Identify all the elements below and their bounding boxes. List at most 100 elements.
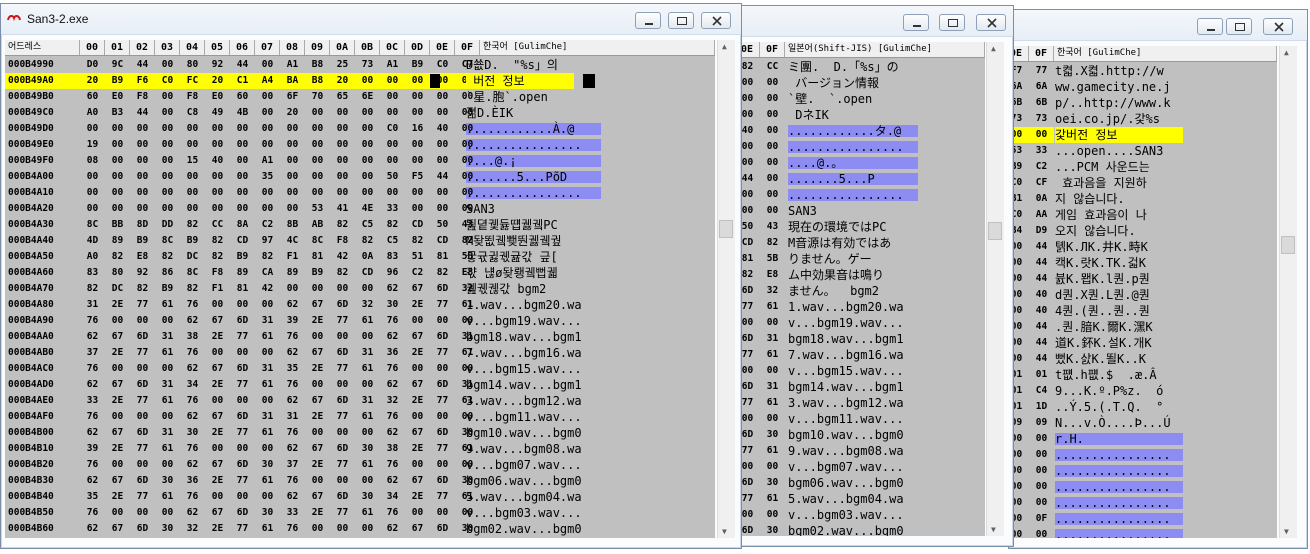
hex-byte[interactable]: 2E [305, 505, 330, 521]
hex-byte[interactable]: 2E [105, 297, 130, 313]
hex-byte[interactable]: B9 [405, 57, 430, 73]
hex-byte[interactable]: 77 [130, 441, 155, 457]
hex-byte[interactable]: 00 [760, 155, 785, 171]
hex-byte[interactable]: F8 [205, 265, 230, 281]
hex-byte[interactable]: 36 [380, 345, 405, 361]
hex-byte[interactable]: 61 [355, 457, 380, 473]
hex-byte[interactable]: 96 [380, 265, 405, 281]
hex-byte[interactable]: 83 [80, 265, 105, 281]
hex-byte[interactable]: 00 [380, 73, 405, 89]
hex-byte[interactable]: 77 [430, 345, 455, 361]
decoded-text[interactable]: 9.wav...bgm08.wa [466, 441, 601, 457]
hex-byte[interactable]: 00 [380, 105, 405, 121]
hex-byte[interactable]: 00 [255, 345, 280, 361]
hex-byte[interactable]: 6E [355, 89, 380, 105]
hex-byte[interactable]: 15 [180, 153, 205, 169]
hex-byte[interactable]: 00 [255, 89, 280, 105]
hex-byte[interactable]: E0 [105, 89, 130, 105]
hex-byte[interactable]: 77 [230, 473, 255, 489]
decoded-text[interactable]: bgm18.wav...bgm1 [466, 329, 601, 345]
maximize-button[interactable] [668, 12, 694, 29]
hex-byte[interactable]: 16 [405, 121, 430, 137]
hex-byte[interactable]: 00 [430, 457, 455, 473]
hex-byte[interactable]: 33 [1029, 143, 1054, 159]
hex-byte[interactable]: CD [430, 233, 455, 249]
decoded-text[interactable]: 뷼K.뫱K.l퀀.p퀀 [1055, 271, 1227, 287]
hex-byte[interactable]: 76 [280, 425, 305, 441]
hex-byte[interactable]: 40 [1029, 287, 1054, 303]
hex-byte[interactable]: A4 [255, 73, 280, 89]
hex-byte[interactable]: E0 [205, 89, 230, 105]
hex-byte[interactable]: 00 [1029, 527, 1054, 538]
hex-byte[interactable]: 00 [430, 185, 455, 201]
hex-byte[interactable]: 00 [130, 121, 155, 137]
hex-byte[interactable]: 00 [1029, 447, 1054, 463]
hex-byte[interactable]: 8C [180, 265, 205, 281]
hex-byte[interactable]: 2E [105, 489, 130, 505]
decoded-text[interactable]: v...bgm15.wav... [788, 363, 978, 379]
hex-byte[interactable]: 53 [305, 201, 330, 217]
decoded-text[interactable]: 궲궧궪갃 bgm2 [466, 281, 601, 297]
hex-byte[interactable]: 73 [1029, 111, 1054, 127]
hex-byte[interactable]: 00 [405, 73, 430, 89]
decoded-text[interactable]: d퀀.X퀀.L퀀.@퀀 [1055, 287, 1227, 303]
hex-byte[interactable]: 82 [405, 233, 430, 249]
hex-byte[interactable]: BA [280, 73, 305, 89]
hex-byte[interactable]: 43 [760, 219, 785, 235]
hex-row[interactable]: F7 77 t켧.X켧.http://w [1009, 63, 1277, 79]
hex-byte[interactable]: F8 [130, 89, 155, 105]
hex-byte[interactable]: 30 [380, 297, 405, 313]
hex-byte[interactable]: 00 [330, 121, 355, 137]
hex-row[interactable]: 00 00 SAN3 [731, 203, 985, 219]
decoded-text[interactable]: v...bgm15.wav... [466, 361, 601, 377]
decoded-text[interactable]: bgm02.wav...bgm0 [466, 521, 601, 537]
hex-byte[interactable]: 00 [280, 185, 305, 201]
hex-byte[interactable]: 33 [280, 505, 305, 521]
hex-byte[interactable]: 33 [80, 393, 105, 409]
decoded-text[interactable]: ....@.¡ [466, 153, 601, 169]
hex-row[interactable]: 77 61 5.wav...bgm04.wa [731, 491, 985, 507]
hex-row[interactable]: 00 44 뷼K.뫱K.l퀀.p퀀 [1009, 271, 1277, 287]
hex-byte[interactable]: 77 [130, 393, 155, 409]
decoded-text[interactable]: ム中効果音は鳴り [788, 267, 978, 283]
hex-byte[interactable]: 40 [430, 121, 455, 137]
hex-byte[interactable]: 77 [330, 505, 355, 521]
hex-byte[interactable]: 34 [380, 489, 405, 505]
hex-byte[interactable]: CD [230, 233, 255, 249]
hex-byte[interactable]: 82 [355, 233, 380, 249]
hex-byte[interactable]: 32 [180, 521, 205, 537]
hex-byte[interactable]: 00 [130, 169, 155, 185]
hex-byte[interactable]: 2E [205, 377, 230, 393]
hex-byte[interactable]: 00 [305, 121, 330, 137]
hex-row[interactable]: 000B4A40 4D 89 B9 8C B9 82 CD 97 4C 8C F8 82 C5 82 CD 82… [5, 233, 715, 249]
hex-byte[interactable]: 31 [155, 377, 180, 393]
hex-byte[interactable]: C8 [180, 105, 205, 121]
hex-row[interactable]: 000B4B60 62 67 6D 30 32 2E 77 61 76 00 00 00 62 67 6D 30… [5, 521, 715, 537]
hex-byte[interactable]: F1 [280, 249, 305, 265]
hex-byte[interactable]: B9 [130, 233, 155, 249]
hex-byte[interactable]: 31 [355, 393, 380, 409]
hex-byte[interactable]: 82 [180, 217, 205, 233]
hex-byte[interactable]: CC [205, 217, 230, 233]
hex-byte[interactable]: 77 [430, 441, 455, 457]
hex-byte[interactable]: 76 [380, 361, 405, 377]
hex-byte[interactable]: 30 [155, 473, 180, 489]
hex-byte[interactable]: 6D [330, 297, 355, 313]
decoded-text[interactable]: 뻤K.삸K.뙬K..K [1055, 351, 1227, 367]
hex-byte[interactable]: 00 [255, 393, 280, 409]
hex-byte[interactable]: 00 [205, 169, 230, 185]
hex-row[interactable]: 6A 6A ww.gamecity.ne.j [1009, 79, 1277, 95]
hex-byte[interactable]: 00 [280, 137, 305, 153]
hex-row[interactable]: B9 C2 ...PCM 사운드는 [1009, 159, 1277, 175]
hex-byte[interactable]: 2E [205, 425, 230, 441]
hex-row[interactable]: 77 61 3.wav...bgm12.wa [731, 395, 985, 411]
hex-byte[interactable]: 00 [330, 425, 355, 441]
hex-byte[interactable]: 30 [760, 475, 785, 491]
hex-byte[interactable]: 76 [380, 313, 405, 329]
hex-byte[interactable]: 00 [130, 457, 155, 473]
hex-byte[interactable]: 2E [305, 313, 330, 329]
decoded-text[interactable]: 7.wav...bgm16.wa [466, 345, 601, 361]
hex-byte[interactable]: 32 [380, 393, 405, 409]
hex-byte[interactable]: C2 [1029, 159, 1054, 175]
hex-byte[interactable]: 62 [280, 297, 305, 313]
